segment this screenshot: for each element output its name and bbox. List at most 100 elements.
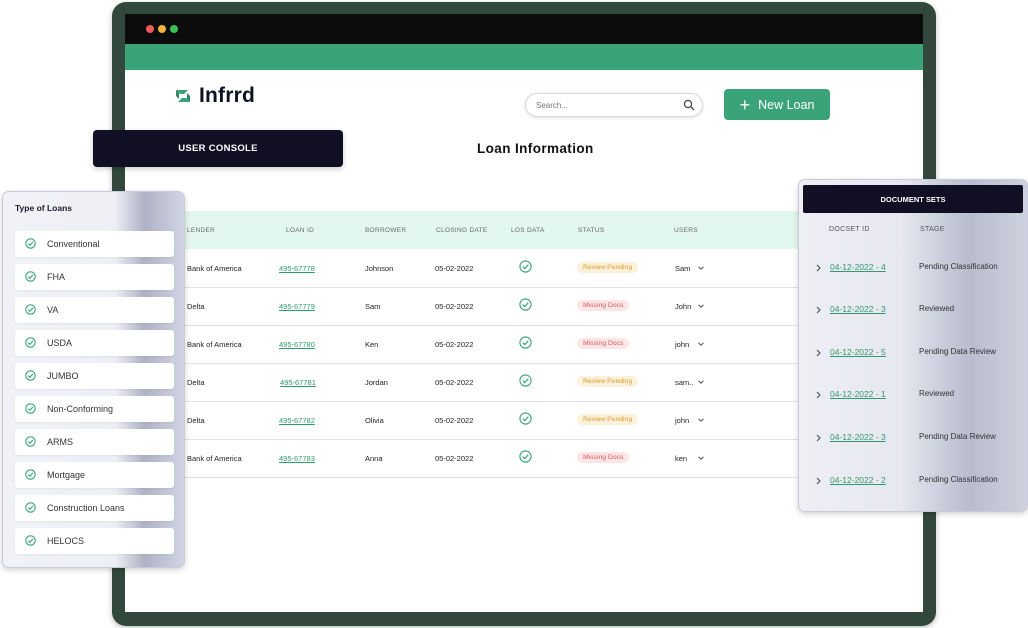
lender-cell: Bank of America xyxy=(187,454,242,463)
loan-id-link[interactable]: 495-67780 xyxy=(279,340,315,349)
chevron-down-icon[interactable] xyxy=(697,264,705,272)
loan-type-item[interactable]: Conventional xyxy=(15,231,174,257)
user-console-button[interactable]: USER CONSOLE xyxy=(93,130,343,167)
loan-type-item[interactable]: HELOCS xyxy=(15,528,174,554)
chevron-down-icon[interactable] xyxy=(697,302,705,310)
loan-type-item[interactable]: VA xyxy=(15,297,174,323)
docset-id-link[interactable]: 04-12-2022 - 2 xyxy=(830,475,886,485)
docset-id-link[interactable]: 04-12-2022 - 1 xyxy=(830,389,886,399)
check-circle-icon xyxy=(519,412,532,425)
loan-type-item[interactable]: Non-Conforming xyxy=(15,396,174,422)
user-cell[interactable]: ken xyxy=(675,454,687,463)
loan-type-label: FHA xyxy=(47,272,65,282)
docset-id-link[interactable]: 04-12-2022 - 4 xyxy=(830,262,886,272)
loan-types-title: Type of Loans xyxy=(15,203,72,213)
new-loan-button[interactable]: + New Loan xyxy=(724,89,830,120)
lender-cell: Bank of America xyxy=(187,264,242,273)
search-box[interactable] xyxy=(525,93,703,117)
lender-cell: Delta xyxy=(187,302,205,311)
column-header-status[interactable]: STATUS xyxy=(578,227,604,234)
column-header-docset-id[interactable]: DOCSET ID xyxy=(829,226,870,233)
chevron-right-icon[interactable] xyxy=(815,391,822,399)
docset-row[interactable]: 04-12-2022 - 3 Pending Data Review xyxy=(799,428,1027,448)
loan-id-link[interactable]: 495-67782 xyxy=(279,416,315,425)
search-input[interactable] xyxy=(534,97,678,114)
chevron-down-icon[interactable] xyxy=(697,416,705,424)
loan-id-link[interactable]: 495-67779 xyxy=(279,302,315,311)
closing-date-cell: 05-02-2022 xyxy=(435,416,474,425)
loan-type-label: Conventional xyxy=(47,239,100,249)
loan-type-item[interactable]: JUMBO xyxy=(15,363,174,389)
loan-type-item[interactable]: Mortgage xyxy=(15,462,174,488)
column-header-lender[interactable]: LENDER xyxy=(187,227,215,234)
column-header-borrower[interactable]: BORROWER xyxy=(365,227,406,234)
docset-stage: Pending Data Review xyxy=(919,432,996,441)
brand-logo[interactable]: Infrrd xyxy=(173,84,255,108)
column-header-closing-date[interactable]: CLOSING DATE xyxy=(436,227,488,234)
user-cell[interactable]: john xyxy=(675,340,689,349)
check-circle-icon xyxy=(25,337,36,348)
docset-id-link[interactable]: 04-12-2022 - 3 xyxy=(830,304,886,314)
minimize-window-dot[interactable] xyxy=(158,25,166,33)
column-header-users[interactable]: USERS xyxy=(674,227,698,234)
borrower-cell: Olivia xyxy=(365,416,384,425)
search-icon[interactable] xyxy=(683,99,695,111)
loan-type-label: ARMS xyxy=(47,437,74,447)
docset-row[interactable]: 04-12-2022 - 5 Pending Data Review xyxy=(799,343,1027,363)
user-cell[interactable]: Sam xyxy=(675,264,690,273)
check-circle-icon xyxy=(25,502,36,513)
docset-row[interactable]: 04-12-2022 - 2 Pending Classification xyxy=(799,471,1027,491)
user-cell[interactable]: sam.. xyxy=(675,378,693,387)
check-circle-icon xyxy=(519,336,532,349)
column-header-loan-id[interactable]: LOAN ID xyxy=(286,227,314,234)
maximize-window-dot[interactable] xyxy=(170,25,178,33)
docset-id-link[interactable]: 04-12-2022 - 5 xyxy=(830,347,886,357)
docset-id-link[interactable]: 04-12-2022 - 3 xyxy=(830,432,886,442)
check-circle-icon xyxy=(25,238,36,249)
chevron-down-icon[interactable] xyxy=(697,378,705,386)
loan-type-label: Mortgage xyxy=(47,470,86,480)
docset-stage: Pending Classification xyxy=(919,262,998,271)
user-cell[interactable]: john xyxy=(675,416,689,425)
closing-date-cell: 05-02-2022 xyxy=(435,264,474,273)
chevron-right-icon[interactable] xyxy=(815,434,822,442)
loan-id-link[interactable]: 495-67783 xyxy=(279,454,315,463)
loan-type-item[interactable]: USDA xyxy=(15,330,174,356)
loan-id-link[interactable]: 495-67781 xyxy=(280,378,316,387)
closing-date-cell: 05-02-2022 xyxy=(435,340,474,349)
column-header-stage[interactable]: STAGE xyxy=(920,226,945,233)
borrower-cell: Anna xyxy=(365,454,383,463)
check-circle-icon xyxy=(519,298,532,311)
plus-icon: + xyxy=(739,94,751,115)
closing-date-cell: 05-02-2022 xyxy=(435,454,474,463)
status-badge: Missing Docs xyxy=(577,452,630,463)
user-cell[interactable]: John xyxy=(675,302,691,311)
docset-row[interactable]: 04-12-2022 - 4 Pending Classification xyxy=(799,258,1027,278)
loan-type-label: Non-Conforming xyxy=(47,404,114,414)
status-badge: Missing Docs xyxy=(577,300,630,311)
loan-types-panel: Type of Loans Conventional FHA VA USDA J… xyxy=(2,191,185,568)
chevron-down-icon[interactable] xyxy=(697,454,705,462)
window-titlebar xyxy=(125,14,923,44)
chevron-down-icon[interactable] xyxy=(697,340,705,348)
infrrd-logo-icon xyxy=(176,90,190,102)
column-header-los-data[interactable]: LOS DATA xyxy=(511,227,545,234)
loan-id-link[interactable]: 495-67778 xyxy=(279,264,315,273)
chevron-right-icon[interactable] xyxy=(815,349,822,357)
chevron-right-icon[interactable] xyxy=(815,306,822,314)
docset-row[interactable]: 04-12-2022 - 1 Reviewed xyxy=(799,385,1027,405)
document-sets-panel: DOCUMENT SETS DOCSET ID STAGE 04-12-2022… xyxy=(798,179,1028,512)
loan-type-item[interactable]: Construction Loans xyxy=(15,495,174,521)
loan-type-item[interactable]: FHA xyxy=(15,264,174,290)
document-sets-title: DOCUMENT SETS xyxy=(803,185,1023,213)
closing-date-cell: 05-02-2022 xyxy=(435,302,474,311)
brand-name: Infrrd xyxy=(199,84,256,107)
close-window-dot[interactable] xyxy=(146,25,154,33)
check-circle-icon xyxy=(25,535,36,546)
closing-date-cell: 05-02-2022 xyxy=(435,378,474,387)
chevron-right-icon[interactable] xyxy=(815,477,822,485)
check-circle-icon xyxy=(25,304,36,315)
chevron-right-icon[interactable] xyxy=(815,264,822,272)
loan-type-item[interactable]: ARMS xyxy=(15,429,174,455)
docset-row[interactable]: 04-12-2022 - 3 Reviewed xyxy=(799,300,1027,320)
